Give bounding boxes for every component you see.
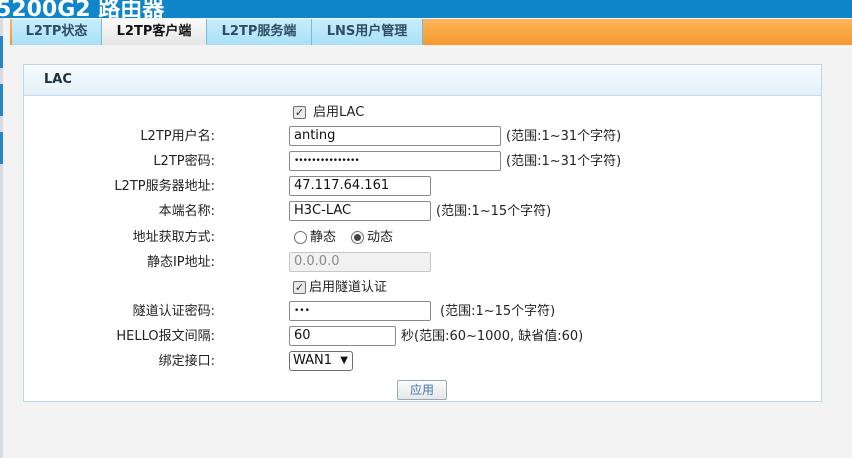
rail-marker (0, 36, 3, 68)
hello-interval-input[interactable]: 60 (289, 326, 396, 346)
tab-l2tp-server[interactable]: L2TP服务端 (207, 19, 312, 45)
static-radio-label: 静态 (310, 230, 337, 245)
local-name-input[interactable]: H3C-LAC (289, 201, 431, 221)
password-label: L2TP密码: (153, 154, 215, 169)
top-banner: 5200G2 路由器 (0, 0, 852, 18)
dynamic-radio-label: 动态 (367, 230, 394, 245)
tab-l2tp-status[interactable]: L2TP状态 (12, 19, 102, 45)
tunnel-password-label: 隧道认证密码: (132, 304, 215, 319)
password-input[interactable]: ••••••••••••••• (289, 151, 501, 171)
tunnel-auth-label: 启用隧道认证 (309, 280, 388, 295)
tunnel-auth-checkbox[interactable]: ✓ (293, 281, 306, 294)
local-name-hint: (范围:1~15个字符) (436, 204, 552, 219)
hello-interval-hint: 秒(范围:60~1000, 缺省值:60) (401, 329, 584, 344)
server-address-input[interactable]: 47.117.64.161 (289, 176, 431, 196)
address-mode-label: 地址获取方式: (132, 230, 215, 245)
static-radio[interactable] (294, 231, 307, 244)
check-icon: ✓ (294, 281, 305, 294)
tunnel-password-hint: (范围:1~15个字符) (440, 304, 556, 319)
hello-interval-label: HELLO报文间隔: (116, 329, 215, 344)
tab-lns-user-management[interactable]: LNS用户管理 (312, 19, 423, 45)
bind-interface-value: WAN1 (293, 353, 333, 368)
bind-interface-label: 绑定接口: (158, 354, 215, 369)
tab-l2tp-client[interactable]: L2TP客户端 (102, 19, 207, 45)
enable-lac-label: 启用LAC (313, 105, 365, 120)
chevron-down-icon: ▼ (340, 355, 348, 366)
username-hint: (范围:1~31个字符) (506, 129, 622, 144)
static-ip-label: 静态IP地址: (146, 255, 215, 270)
panel-title: LAC (44, 72, 72, 87)
enable-lac-checkbox[interactable]: ✓ (293, 106, 306, 119)
username-label: L2TP用户名: (140, 129, 215, 144)
username-input[interactable]: anting (289, 126, 501, 146)
panel-header: LAC (24, 65, 821, 96)
app-title: 5200G2 路由器 (0, 0, 165, 18)
server-address-label: L2TP服务器地址: (114, 179, 215, 194)
password-hint: (范围:1~31个字符) (506, 154, 622, 169)
rail-marker (0, 84, 3, 116)
static-ip-input[interactable]: 0.0.0.0 (289, 252, 431, 272)
tunnel-password-input[interactable]: ••• (289, 301, 431, 321)
dynamic-radio[interactable] (351, 231, 364, 244)
tab-bar: L2TP状态 L2TP客户端 L2TP服务端 LNS用户管理 (10, 19, 852, 45)
local-name-label: 本端名称: (158, 204, 215, 219)
check-icon: ✓ (294, 106, 305, 119)
apply-button[interactable]: 应用 (397, 380, 447, 400)
bind-interface-select[interactable]: WAN1 ▼ (289, 351, 353, 371)
